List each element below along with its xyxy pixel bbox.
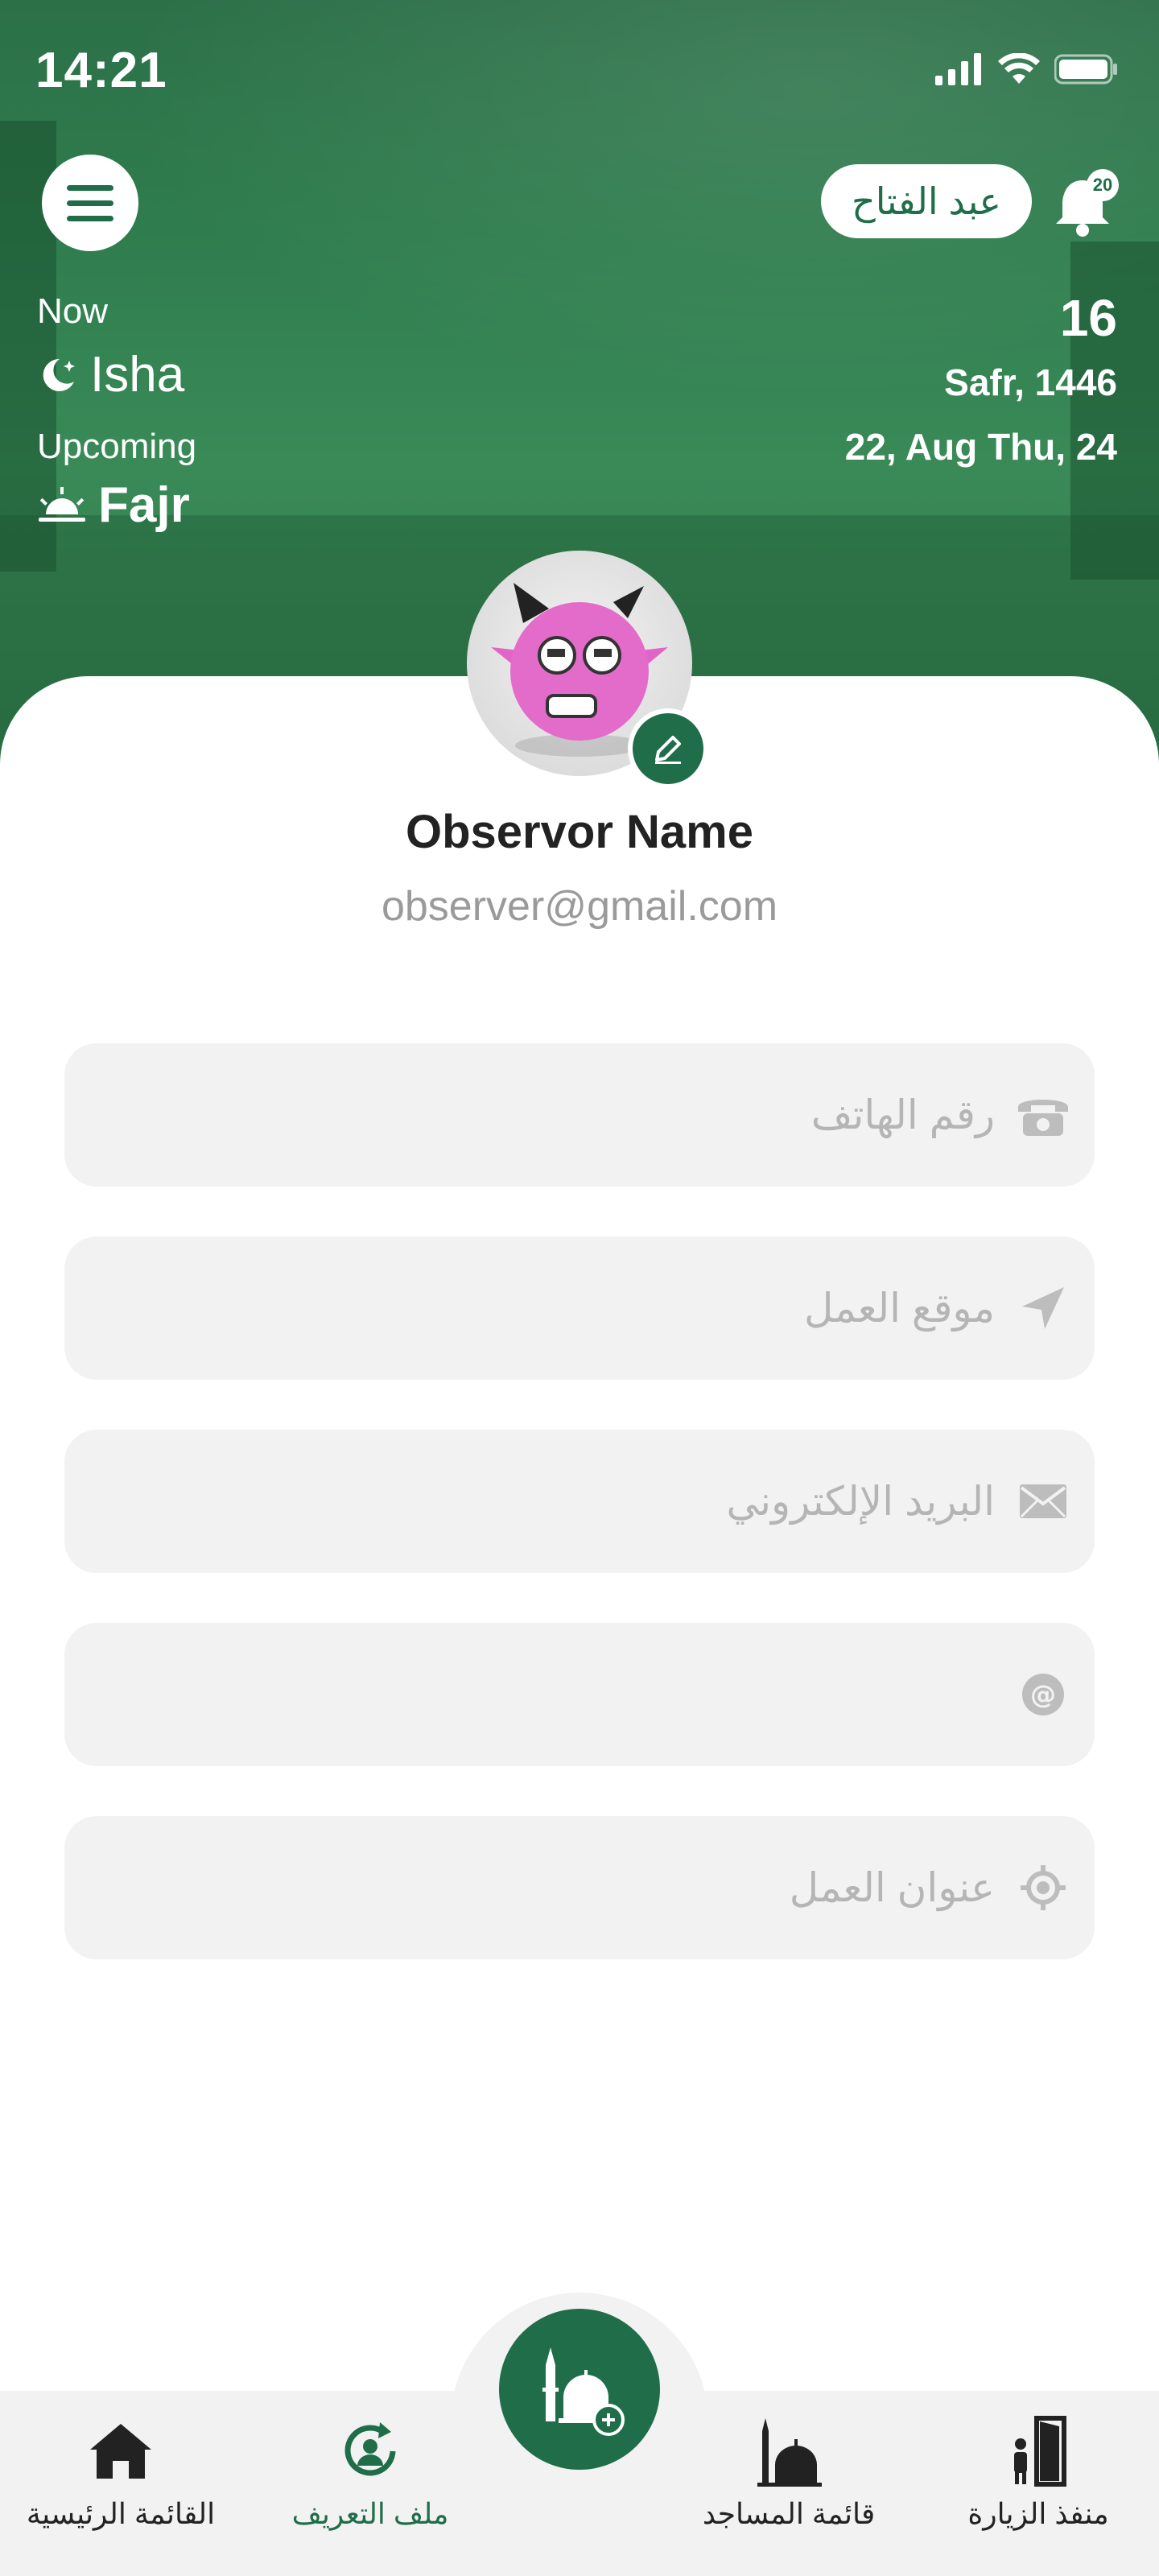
now-label-wrap: Now	[37, 291, 108, 332]
pencil-icon	[655, 736, 681, 764]
phone-icon	[1011, 1083, 1075, 1147]
sunrise-icon	[39, 486, 85, 522]
email-placeholder: البريد الإلكتروني	[726, 1479, 995, 1524]
nav-visit-label: منفذ الزيارة	[967, 2497, 1109, 2530]
work-location-field[interactable]: موقع العمل	[64, 1236, 1095, 1380]
nav-home[interactable]: القائمة الرئيسية	[0, 2415, 241, 2531]
profile-name: Observor Name	[406, 806, 753, 858]
target-icon	[1011, 1856, 1075, 1920]
menu-icon	[67, 184, 113, 191]
moon-star-icon	[43, 358, 75, 391]
svg-text:@: @	[1030, 1679, 1056, 1710]
nav-mosques-label: قائمة المساجد	[702, 2497, 876, 2530]
mail-icon	[1011, 1469, 1075, 1534]
upcoming-prayer-name: Fajr	[98, 477, 190, 533]
profile-refresh-icon	[344, 2422, 396, 2476]
gregorian-date: 22, Aug Thu, 24	[844, 426, 1117, 468]
mosque-icon	[757, 2418, 822, 2487]
phone-placeholder: رقم الهاتف	[810, 1092, 995, 1137]
work-location-placeholder: موقع العمل	[803, 1286, 995, 1331]
work-address-placeholder: عنوان العمل	[789, 1865, 995, 1910]
signal-icon	[935, 53, 981, 85]
visit-door-icon	[1014, 2416, 1066, 2487]
current-prayer-name: Isha	[90, 347, 185, 402]
nav-profile[interactable]: ملف التعريف	[250, 2415, 491, 2531]
status-time: 14:21	[35, 43, 167, 98]
current-prayer: Isha	[37, 346, 184, 403]
menu-button[interactable]	[42, 155, 138, 251]
upcoming-prayer: Fajr	[37, 477, 190, 534]
hijri-month-year: Safr, 1446	[944, 361, 1117, 403]
phone-field[interactable]: رقم الهاتف	[64, 1043, 1095, 1187]
add-mosque-icon	[542, 2347, 625, 2436]
nav-mosques[interactable]: قائمة المساجد	[668, 2415, 909, 2531]
user-name-pill[interactable]: عبد الفتاح	[821, 164, 1032, 238]
at-icon: @	[1011, 1662, 1075, 1727]
username-field[interactable]: @	[64, 1623, 1095, 1766]
menu-icon-line	[67, 200, 113, 206]
upcoming-label-wrap: Upcoming	[37, 427, 196, 467]
menu-icon-line	[67, 215, 113, 221]
add-mosque-button[interactable]	[499, 2309, 660, 2470]
upcoming-label: Upcoming	[37, 427, 197, 466]
home-icon	[90, 2424, 151, 2479]
notification-badge: 20	[1087, 169, 1119, 201]
edit-avatar-button[interactable]	[628, 708, 708, 789]
nav-profile-label: ملف التعريف	[291, 2497, 449, 2530]
now-label: Now	[37, 291, 109, 331]
battery-icon	[1054, 54, 1117, 85]
nav-home-label: القائمة الرئيسية	[26, 2497, 216, 2530]
work-address-field[interactable]: عنوان العمل	[64, 1816, 1095, 1959]
status-icons	[935, 53, 1119, 85]
profile-email: observer@gmail.com	[381, 883, 778, 930]
nav-visit[interactable]: منفذ الزيارة	[918, 2415, 1159, 2531]
hijri-day: 16	[1059, 289, 1117, 347]
location-arrow-icon	[1011, 1276, 1075, 1340]
email-field[interactable]: البريد الإلكتروني	[64, 1430, 1095, 1573]
wifi-icon	[998, 53, 1040, 84]
